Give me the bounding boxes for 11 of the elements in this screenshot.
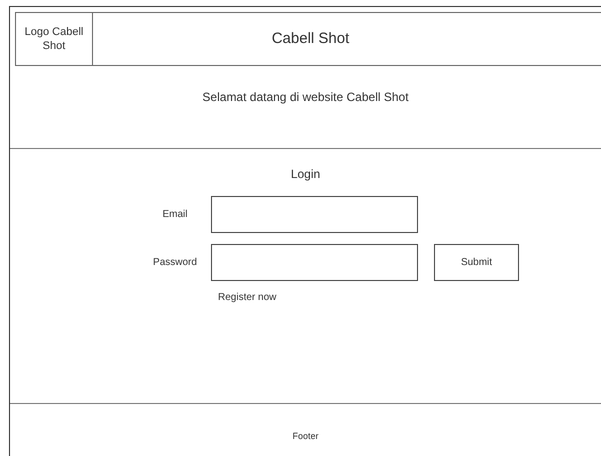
field-label: Email	[162, 208, 188, 222]
welcome-text: Selamat datang di website Cabell Shot	[202, 89, 409, 106]
login-heading: Login	[290, 166, 320, 183]
field-label: Password	[153, 256, 197, 270]
register-link[interactable]: Register now	[218, 290, 276, 305]
site-title: Cabell Shot	[272, 28, 350, 49]
input-field[interactable]	[211, 244, 418, 281]
logo-text: Logo Cabell Shot	[24, 25, 84, 53]
input-field[interactable]	[211, 196, 418, 233]
submit-button[interactable]: Submit	[434, 244, 519, 281]
footer-text: Footer	[292, 430, 318, 443]
